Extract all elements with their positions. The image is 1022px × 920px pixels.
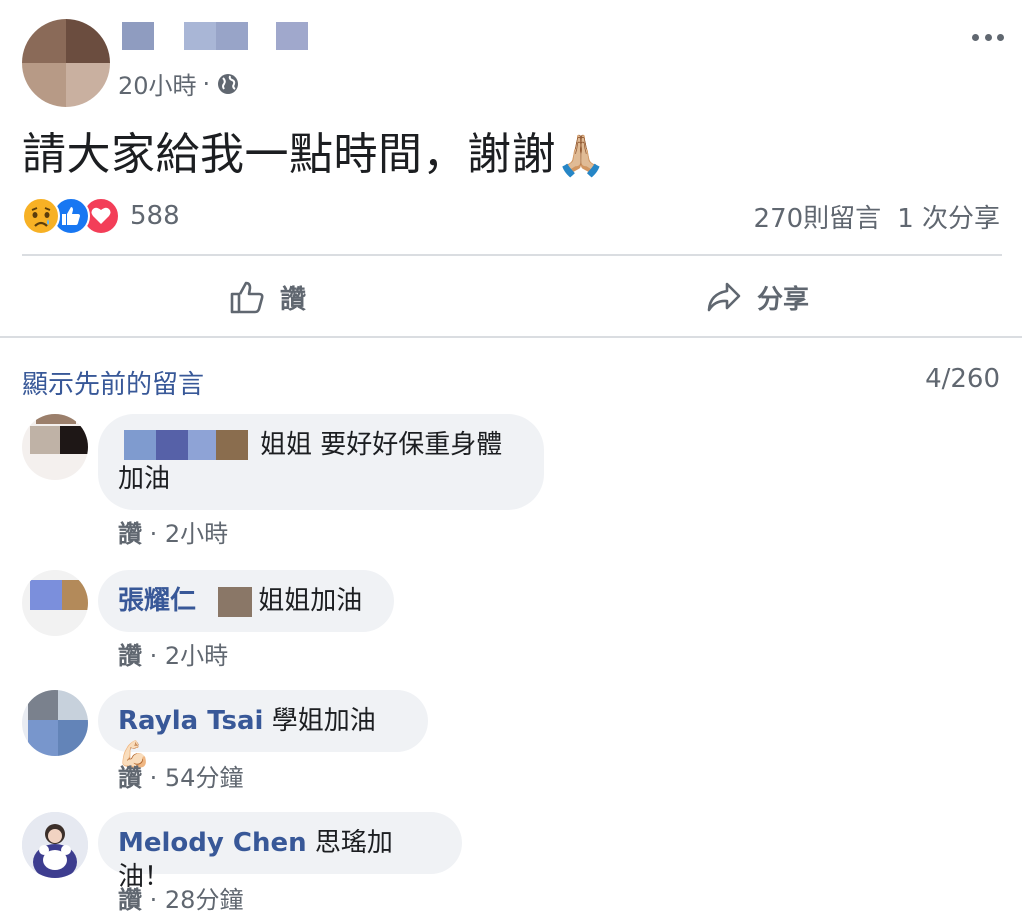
comment-like-link[interactable]: 讚	[118, 764, 142, 792]
share-button-label: 分享	[756, 284, 809, 315]
comment-bubble: Melody Chen 思瑤加油！	[98, 812, 462, 892]
comment-like-link[interactable]: 讚	[118, 886, 142, 914]
divider	[0, 336, 1022, 338]
commenter-name[interactable]: Melody Chen	[118, 828, 307, 858]
commenter-name[interactable]: 張耀仁	[118, 586, 196, 616]
globe-icon	[218, 73, 239, 94]
sad-reaction-icon	[22, 197, 60, 235]
comment-time[interactable]: 28分鐘	[165, 886, 244, 914]
share-button[interactable]: 分享	[512, 258, 1002, 336]
comment-meta: 讚 · 54分鐘	[118, 758, 243, 793]
post-author-avatar[interactable]	[22, 19, 110, 107]
commenter-avatar[interactable]	[22, 812, 88, 878]
comments-header: 顯示先前的留言 4/260	[22, 364, 1000, 401]
commenter-avatar[interactable]	[22, 414, 88, 480]
praying-hands-icon: 🙏🏼	[556, 133, 607, 179]
comment-like-link[interactable]: 讚	[118, 520, 142, 548]
more-options-icon[interactable]	[968, 22, 1008, 52]
share-count-link[interactable]: 1 次分享	[897, 198, 1000, 235]
commenter-name-redacted	[204, 586, 258, 617]
comments-count: 4/260	[925, 364, 1000, 394]
meta-separator: ·	[149, 764, 165, 792]
divider	[22, 254, 1002, 256]
post-author-name-redacted[interactable]	[122, 22, 352, 50]
post-time[interactable]: 20小時	[118, 66, 197, 101]
post-text: 請大家給我一點時間，謝謝🙏🏼	[22, 118, 606, 182]
comment-time[interactable]: 2小時	[165, 642, 228, 670]
time-separator: ·	[202, 69, 211, 98]
reactions-summary[interactable]: 588	[22, 196, 180, 236]
comment-text: 姐姐加油	[258, 586, 363, 616]
post-body: 請大家給我一點時間，謝謝	[22, 129, 556, 180]
comment-time[interactable]: 2小時	[165, 520, 228, 548]
comment-bubble: Rayla Tsai 學姐加油💪🏻	[98, 690, 428, 770]
commenter-avatar[interactable]	[22, 690, 88, 756]
meta-separator: ·	[149, 520, 165, 548]
post-action-bar: 讚 分享	[22, 258, 1002, 336]
post-header: 20小時 ·	[22, 14, 1012, 107]
comment-time[interactable]: 54分鐘	[165, 764, 244, 792]
comment-meta: 讚 · 2小時	[118, 636, 228, 671]
comment-text: 姐姐 要好好保重身體	[260, 430, 503, 460]
reaction-count: 588	[130, 201, 180, 231]
thumbs-up-icon	[230, 281, 264, 314]
post-stats: 270則留言 1 次分享	[754, 198, 1000, 235]
commenter-name[interactable]: Rayla Tsai	[118, 706, 263, 736]
comment-like-link[interactable]: 讚	[118, 642, 142, 670]
like-button-label: 讚	[279, 284, 306, 315]
meta-separator: ·	[149, 886, 165, 914]
comment-bubble: 姐姐 要好好保重身體 加油	[98, 414, 544, 510]
commenter-name-redacted[interactable]	[118, 429, 260, 462]
comment-meta: 讚 · 2小時	[118, 514, 228, 549]
share-arrow-icon	[707, 282, 741, 312]
comment-text-line2: 加油	[118, 464, 171, 494]
like-button[interactable]: 讚	[22, 258, 512, 336]
show-previous-comments-link[interactable]: 顯示先前的留言	[22, 364, 204, 401]
post-timestamp-row: 20小時 ·	[118, 66, 240, 101]
meta-separator: ·	[149, 642, 165, 670]
comment-count-link[interactable]: 270則留言	[754, 198, 882, 235]
comment-bubble: 張耀仁 姐姐加油	[98, 570, 394, 632]
commenter-avatar[interactable]	[22, 570, 88, 636]
comment-meta: 讚 · 28分鐘	[118, 880, 243, 915]
comment-text: 學姐加油	[271, 706, 376, 736]
